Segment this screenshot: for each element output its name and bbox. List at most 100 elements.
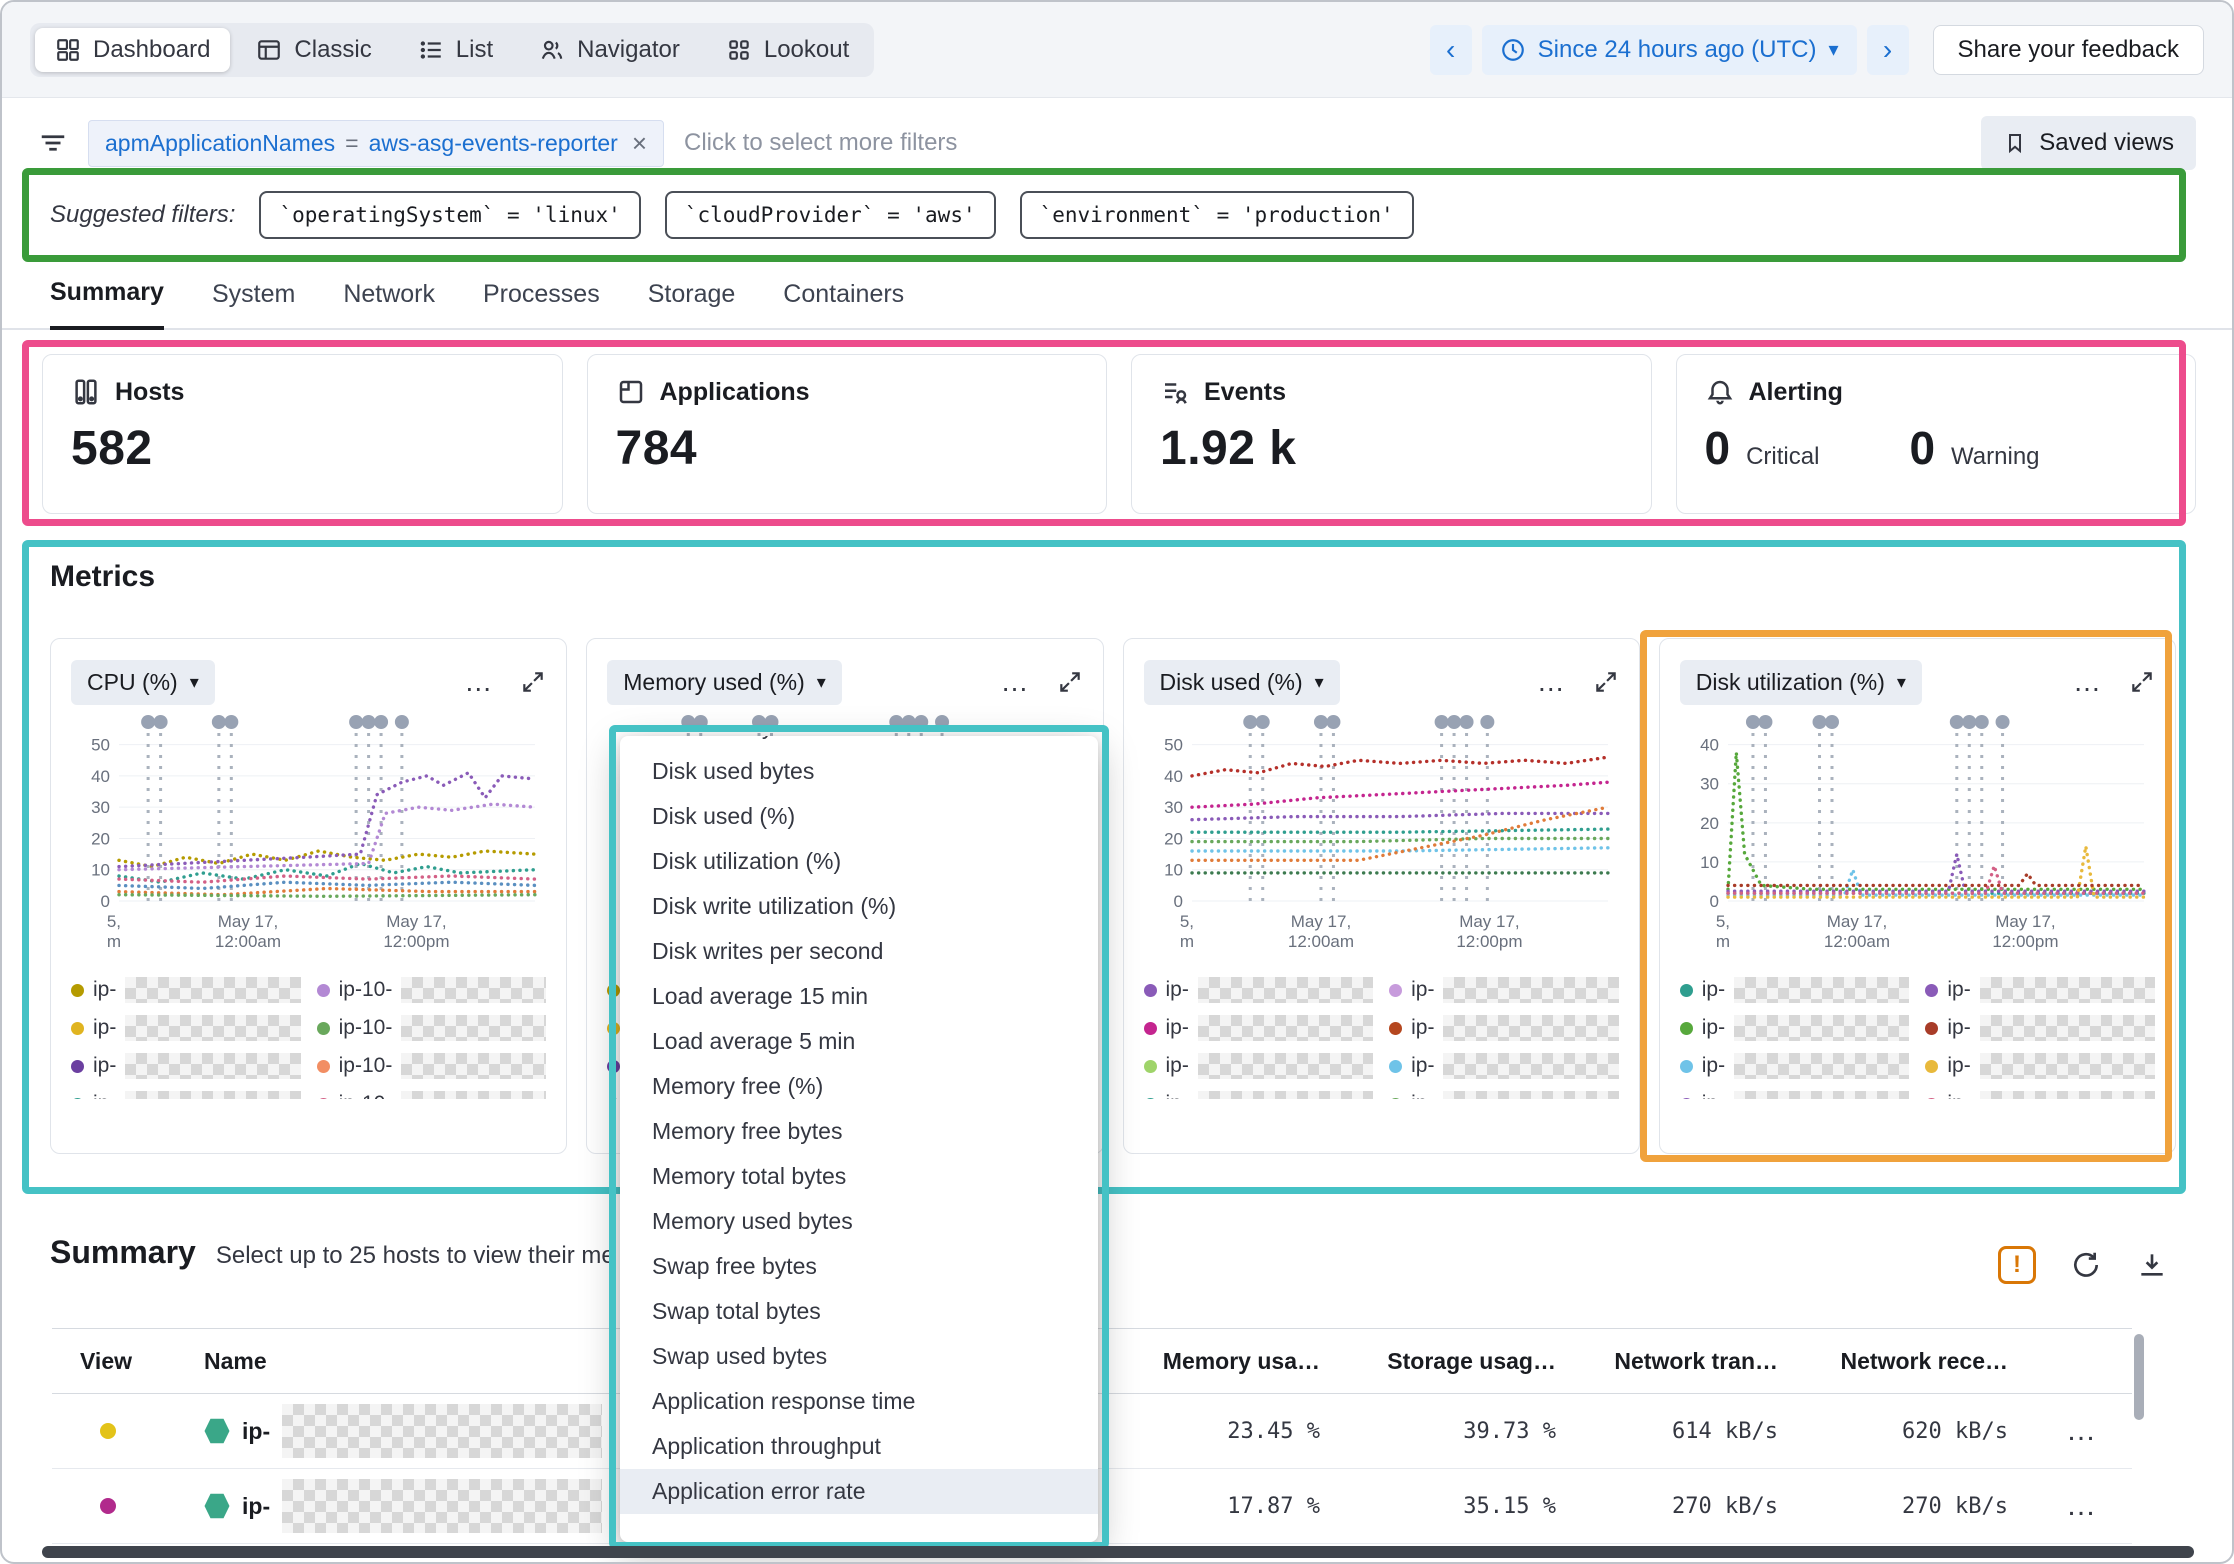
metric-option[interactable]: Application response time <box>620 1379 1098 1424</box>
vertical-scrollbar[interactable] <box>2134 1334 2144 1420</box>
tab-dashboard[interactable]: Dashboard <box>35 27 231 72</box>
time-back-button[interactable]: ‹ <box>1429 24 1472 75</box>
tab-lookout[interactable]: Lookout <box>706 28 869 72</box>
metric-option[interactable]: Disk utilization (%) <box>620 839 1098 884</box>
tab-storage[interactable]: Storage <box>648 274 736 330</box>
legend-item[interactable]: ip- <box>1679 975 1910 1005</box>
metric-option[interactable]: Swap total bytes <box>620 1289 1098 1334</box>
legend-item[interactable]: ip- <box>1679 1013 1910 1043</box>
legend-dot <box>316 983 330 997</box>
suggested-filter-env[interactable]: `environment` = 'production' <box>1019 191 1414 239</box>
tab-summary[interactable]: Summary <box>50 274 164 330</box>
expand-icon[interactable] <box>2129 669 2155 695</box>
tab-classic[interactable]: Classic <box>236 28 391 72</box>
metric-option[interactable]: Application throughput <box>620 1424 1098 1469</box>
row-actions-button[interactable]: … <box>2032 1489 2132 1523</box>
legend-item[interactable]: ip- <box>1925 1051 2155 1081</box>
expand-icon[interactable] <box>1057 669 1083 695</box>
legend-item[interactable]: ip- <box>1143 975 1374 1005</box>
time-picker[interactable]: Since 24 hours ago (UTC) ▾ <box>1481 24 1857 75</box>
time-forward-button[interactable]: › <box>1866 24 1909 75</box>
redacted-block <box>1734 1015 1910 1041</box>
expand-icon[interactable] <box>520 669 546 695</box>
column-header-storage[interactable]: Storage usag… <box>1344 1348 1580 1375</box>
time-picker-label: Since 24 hours ago (UTC) <box>1537 35 1817 63</box>
legend-item[interactable]: ip- <box>71 1013 301 1043</box>
svg-text:5,m: 5,m <box>1716 912 1730 951</box>
column-header-view[interactable]: View <box>52 1348 164 1375</box>
dashboard-icon <box>57 38 79 61</box>
metric-option[interactable]: Load average 5 min <box>620 1019 1098 1064</box>
kpi-card-hosts[interactable]: Hosts 582 <box>42 354 563 514</box>
metric-option[interactable]: Memory used bytes <box>620 1199 1098 1244</box>
legend-item[interactable]: ip- <box>1143 1051 1374 1081</box>
host-name[interactable]: ip- <box>242 1493 270 1520</box>
legend-item[interactable]: ip-10- <box>316 1089 547 1099</box>
column-header-memory[interactable]: Memory usa… <box>1156 1348 1344 1375</box>
legend-item[interactable]: ip-10- <box>316 975 547 1005</box>
metric-option[interactable]: Swap used bytes <box>620 1334 1098 1379</box>
metric-option[interactable]: Memory total bytes <box>620 1154 1098 1199</box>
metric-option[interactable]: Disk used (%) <box>620 794 1098 839</box>
legend-item[interactable]: ip- <box>71 975 301 1005</box>
metric-option[interactable]: Swap free bytes <box>620 1244 1098 1289</box>
kpi-card-applications[interactable]: Applications 784 <box>586 354 1107 514</box>
tab-network[interactable]: Network <box>343 274 435 330</box>
suggested-filter-cloud[interactable]: `cloudProvider` = 'aws' <box>664 191 996 239</box>
metric-option[interactable]: Memory free bytes <box>620 1109 1098 1154</box>
legend-item[interactable]: ip- <box>1389 975 1619 1005</box>
metric-select-disk-utilization[interactable]: Disk utilization (%) ▾ <box>1679 659 1922 705</box>
legend-item[interactable]: ip-10- <box>316 1051 547 1081</box>
legend-item[interactable]: ip- <box>1389 1089 1619 1099</box>
refresh-icon[interactable] <box>2070 1249 2102 1281</box>
legend-item[interactable]: ip- <box>1679 1089 1910 1099</box>
kpi-card-events[interactable]: Events 1.92 k <box>1131 354 1652 514</box>
kpi-label: Hosts <box>115 377 185 406</box>
metric-option[interactable]: Application error rate <box>620 1469 1098 1514</box>
saved-views-button[interactable]: Saved views <box>1981 116 2196 170</box>
metric-option[interactable]: Disk write utilization (%) <box>620 884 1098 929</box>
tab-containers[interactable]: Containers <box>783 274 904 330</box>
tab-list[interactable]: List <box>398 28 513 72</box>
legend-item[interactable]: ip- <box>1925 1089 2155 1099</box>
download-icon[interactable] <box>2136 1249 2168 1281</box>
legend-item[interactable]: ip- <box>1679 1051 1910 1081</box>
row-actions-button[interactable]: … <box>2032 1414 2132 1448</box>
suggested-filter-os[interactable]: `operatingSystem` = 'linux' <box>259 191 641 239</box>
legend-label: ip- <box>1947 1054 1971 1077</box>
legend-item[interactable]: ip- <box>1389 1013 1619 1043</box>
active-filter-pill[interactable]: apmApplicationNames = aws-asg-events-rep… <box>88 119 665 167</box>
metric-option[interactable]: Load average 15 min <box>620 974 1098 1019</box>
column-header-network-tx[interactable]: Network tran… <box>1580 1348 1802 1375</box>
metric-option[interactable]: Disk writes per second <box>620 929 1098 974</box>
navigator-icon <box>541 40 563 59</box>
tab-navigator[interactable]: Navigator <box>519 28 700 72</box>
alert-icon[interactable]: ! <box>1998 1246 2036 1284</box>
filter-search-placeholder[interactable]: Click to select more filters <box>684 129 957 157</box>
legend-item[interactable]: ip- <box>1143 1013 1374 1043</box>
legend-item[interactable]: ip- <box>71 1051 301 1081</box>
metric-option[interactable]: Disk free bytes <box>620 736 1098 749</box>
legend-item[interactable]: ip- <box>1389 1051 1619 1081</box>
legend-item[interactable]: ip- <box>71 1089 301 1099</box>
host-name[interactable]: ip- <box>242 1418 270 1445</box>
remove-filter-icon[interactable]: × <box>632 130 647 156</box>
tab-processes[interactable]: Processes <box>483 274 600 330</box>
tab-system[interactable]: System <box>212 274 295 330</box>
metric-select-memory[interactable]: Memory used (%) ▾ <box>607 659 842 705</box>
summary-subtitle: Select up to 25 hosts to view their me <box>215 1242 615 1269</box>
metric-select-disk-used[interactable]: Disk used (%) ▾ <box>1143 659 1340 705</box>
feedback-button[interactable]: Share your feedback <box>1932 24 2204 75</box>
metric-option[interactable]: Disk used bytes <box>620 749 1098 794</box>
metric-option[interactable]: Memory free (%) <box>620 1064 1098 1109</box>
legend-item[interactable]: ip- <box>1925 1013 2155 1043</box>
metric-select-cpu[interactable]: CPU (%) ▾ <box>71 659 215 705</box>
column-header-network-rx[interactable]: Network rece… <box>1802 1348 2032 1375</box>
kpi-card-alerting[interactable]: Alerting 0 Critical 0 Warning <box>1675 354 2196 514</box>
expand-icon[interactable] <box>1593 669 1619 695</box>
legend-item[interactable]: ip- <box>1925 975 2155 1005</box>
horizontal-scrollbar[interactable] <box>42 1546 2194 1558</box>
legend-item[interactable]: ip- <box>1143 1089 1374 1099</box>
legend-item[interactable]: ip-10- <box>316 1013 547 1043</box>
chevron-down-icon: ▾ <box>1896 671 1906 692</box>
